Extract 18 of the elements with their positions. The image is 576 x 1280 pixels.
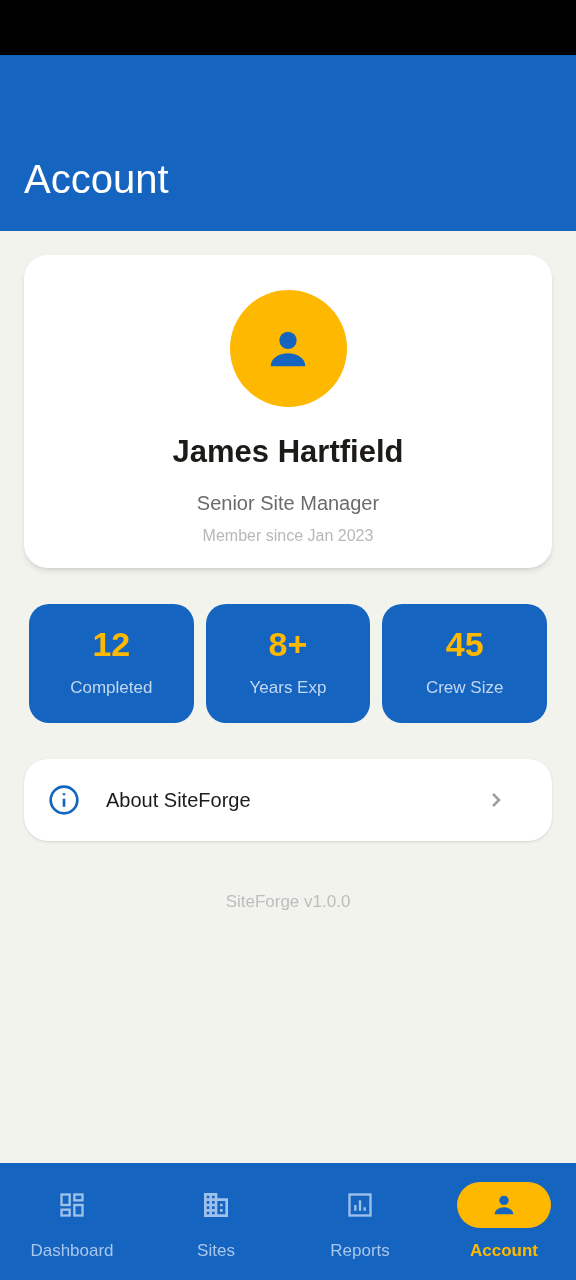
page-title: Account bbox=[24, 159, 169, 199]
stat-value: 8+ bbox=[268, 626, 308, 661]
dashboard-icon bbox=[58, 1191, 86, 1219]
profile-role: Senior Site Manager bbox=[196, 490, 380, 516]
stat-label: Years Exp bbox=[249, 676, 327, 699]
stat-label: Completed bbox=[70, 676, 153, 699]
member-since: Member since Jan 2023 bbox=[202, 525, 374, 546]
stat-value: 12 bbox=[92, 626, 131, 661]
stat-value: 45 bbox=[445, 626, 484, 661]
nav-tab[interactable]: Dashboard bbox=[0, 1163, 144, 1280]
info-icon bbox=[48, 784, 80, 816]
stat-label: Crew Size bbox=[425, 676, 504, 699]
about-row[interactable]: About SiteForge bbox=[24, 759, 552, 841]
nav-tab[interactable]: Reports bbox=[288, 1163, 432, 1280]
nav-tab[interactable]: Sites bbox=[144, 1163, 288, 1280]
nav-tab[interactable]: Account bbox=[432, 1163, 576, 1280]
profile-name: James Hartfield bbox=[172, 433, 404, 471]
bar-chart-icon bbox=[346, 1191, 374, 1219]
